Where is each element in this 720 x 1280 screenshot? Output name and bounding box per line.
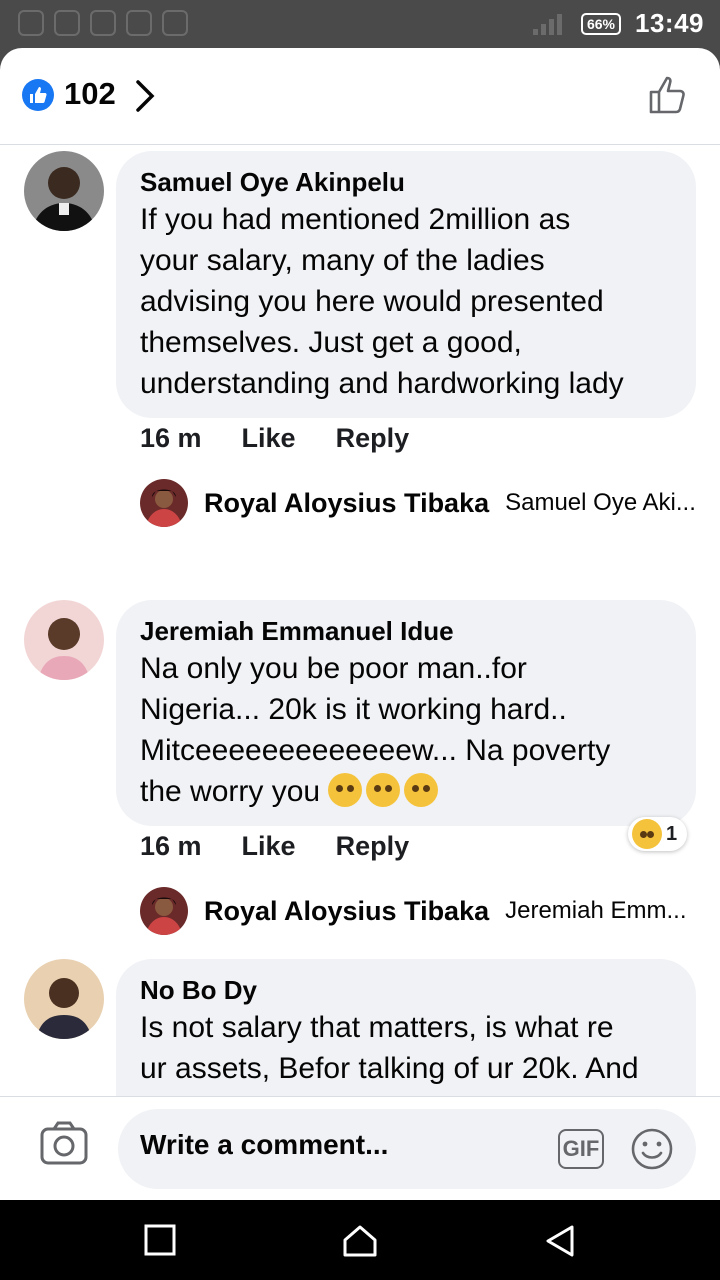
status-bar: 66% 13:49	[0, 0, 720, 48]
comment-bubble[interactable]: Jeremiah Emmanuel Idue Na only you be po…	[116, 600, 696, 826]
comment-author[interactable]: No Bo Dy	[140, 973, 672, 1007]
instagram-icon	[162, 10, 188, 36]
comment-author[interactable]: Jeremiah Emmanuel Idue	[140, 614, 672, 648]
reply-snippet: Samuel Oye Aki...	[505, 489, 696, 516]
reply-button[interactable]: Reply	[336, 831, 410, 862]
like-reaction-icon[interactable]	[22, 79, 54, 111]
comment-text: If you had mentioned 2million as	[140, 203, 571, 236]
signal-icon	[532, 13, 567, 35]
reaction-count-pill[interactable]: 1	[628, 817, 688, 851]
reply-author[interactable]: Royal Aloysius Tibaka	[204, 896, 489, 927]
comment-text: advising you here would presented	[140, 285, 604, 318]
comment-actions: 16 m Like Reply	[140, 831, 409, 862]
avatar[interactable]	[24, 959, 104, 1039]
comment-time: 16 m	[140, 423, 202, 453]
comment-text: understanding and hardworking lady	[140, 367, 624, 400]
back-icon[interactable]	[544, 1224, 576, 1258]
battery-indicator: 66%	[580, 12, 621, 35]
comments-sheet: 102 Samuel Oye Akinpelu If you had menti…	[0, 48, 720, 1200]
rolling-eyes-emoji	[366, 773, 401, 807]
warning-icon	[90, 10, 116, 36]
recent-apps-icon[interactable]	[144, 1224, 176, 1256]
comment-text-with-emojis: the worry you	[140, 771, 672, 812]
avatar[interactable]	[140, 887, 188, 935]
avatar[interactable]	[140, 479, 188, 527]
comment-author[interactable]: Samuel Oye Akinpelu	[140, 165, 672, 199]
comment-text: Na only you be poor man..for	[140, 652, 527, 685]
comment-text: the worry you	[140, 775, 321, 808]
chevron-right-icon[interactable]	[132, 78, 158, 114]
like-count[interactable]: 102	[64, 76, 116, 112]
android-nav-bar	[0, 1200, 720, 1280]
emoji-picker-icon[interactable]	[630, 1127, 674, 1171]
instagram-icon	[18, 10, 44, 36]
gallery-icon	[126, 10, 152, 36]
reply-button[interactable]: Reply	[336, 423, 410, 454]
comment-text: your salary, many of the ladies	[140, 244, 545, 277]
comment-text: Mitceeeeeeeeeeeeew... Na poverty	[140, 734, 611, 767]
comment-bubble[interactable]: Samuel Oye Akinpelu If you had mentioned…	[116, 151, 696, 418]
rolling-eyes-emoji	[328, 773, 363, 807]
reply-author[interactable]: Royal Aloysius Tibaka	[204, 488, 489, 519]
reactions-header: 102	[0, 48, 720, 145]
comment-text: themselves. Just get a good,	[140, 326, 522, 359]
comment-text: Is not salary that matters, is what re	[140, 1011, 614, 1044]
comment-time: 16 m	[140, 831, 202, 861]
camera-icon[interactable]	[40, 1121, 88, 1165]
comment-actions: 16 m Like Reply	[140, 423, 409, 454]
reaction-count: 1	[666, 822, 678, 845]
clock: 13:49	[635, 8, 704, 38]
like-button[interactable]: Like	[242, 831, 296, 862]
comment-text: ur assets, Befor talking of ur 20k. And	[140, 1052, 639, 1085]
home-icon[interactable]	[342, 1224, 378, 1258]
avatar[interactable]	[24, 151, 104, 231]
thumbs-up-icon[interactable]	[648, 74, 690, 116]
avatar[interactable]	[24, 600, 104, 680]
reply-preview[interactable]: Royal Aloysius Tibaka Samuel Oye Aki...	[140, 479, 696, 527]
comment-composer: Write a comment... GIF	[0, 1096, 720, 1200]
like-button[interactable]: Like	[242, 423, 296, 454]
laughing-emoji-icon	[632, 819, 662, 849]
rolling-eyes-emoji	[404, 773, 439, 807]
comment-input[interactable]: Write a comment... GIF	[118, 1109, 696, 1189]
notification-icons	[18, 10, 188, 36]
comment-text: Nigeria... 20k is it working hard..	[140, 693, 567, 726]
twitter-icon	[54, 10, 80, 36]
reply-preview[interactable]: Royal Aloysius Tibaka Jeremiah Emm...	[140, 887, 686, 935]
gif-button[interactable]: GIF	[558, 1129, 604, 1169]
comment-bubble[interactable]: No Bo Dy Is not salary that matters, is …	[116, 959, 696, 1097]
reply-snippet: Jeremiah Emm...	[505, 897, 687, 924]
comment-feed[interactable]: Samuel Oye Akinpelu If you had mentioned…	[0, 145, 720, 1097]
comment-placeholder[interactable]: Write a comment...	[140, 1129, 388, 1161]
